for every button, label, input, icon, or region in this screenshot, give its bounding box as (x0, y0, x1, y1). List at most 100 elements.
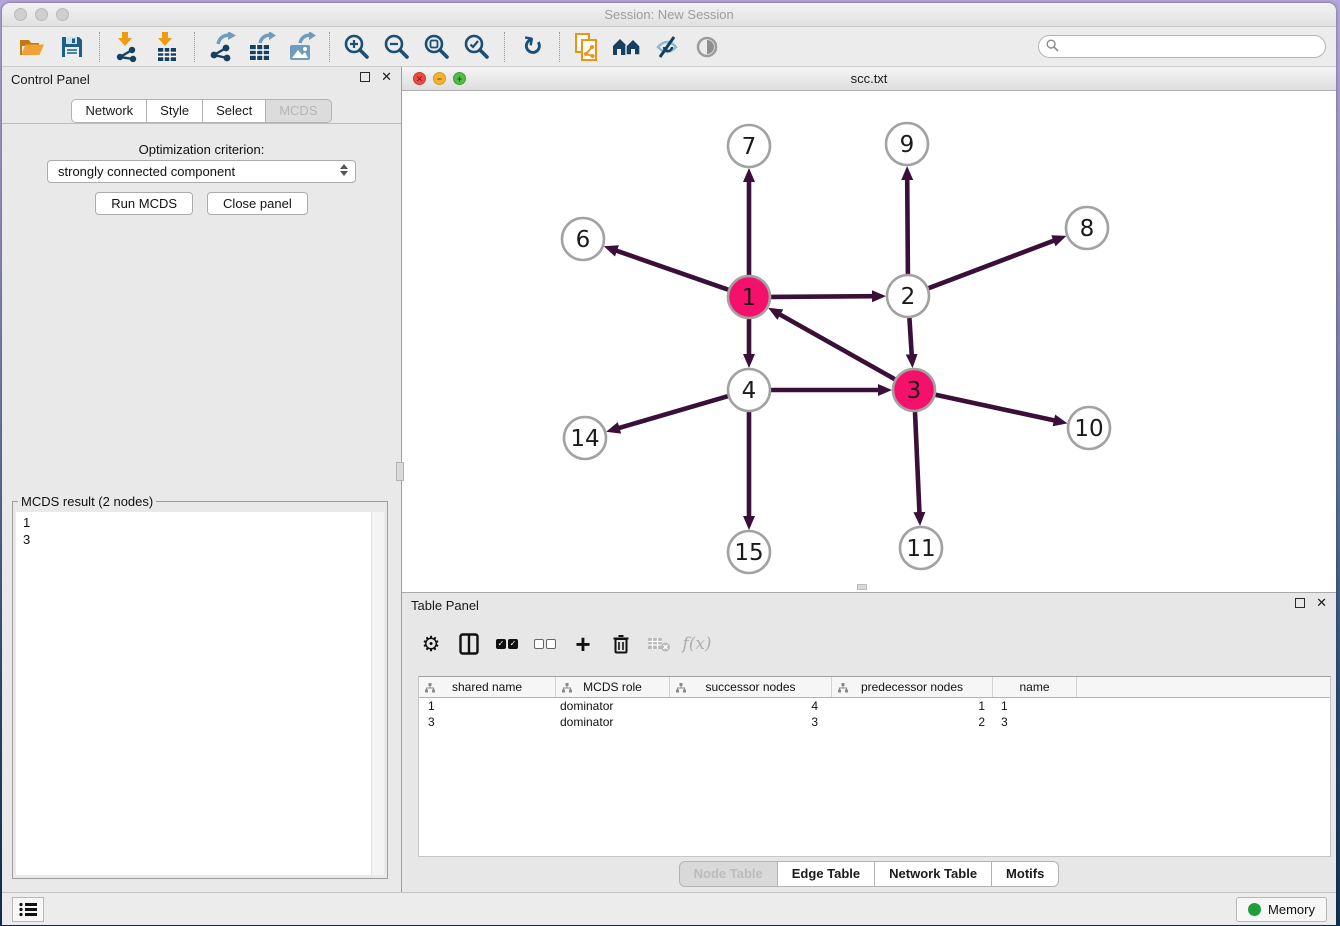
graph-node-2[interactable]: 2 (887, 275, 929, 317)
panel-splitter-handle[interactable] (396, 462, 404, 481)
close-table-panel-icon[interactable]: ✕ (1316, 598, 1327, 608)
cell-predecessor-nodes[interactable]: 2 (832, 714, 993, 730)
graph-node-9[interactable]: 9 (886, 123, 928, 165)
column-menu-icon[interactable] (562, 682, 572, 696)
zoom-fit-icon (424, 34, 450, 60)
zoom-in-button[interactable] (337, 30, 377, 64)
graph-node-8[interactable]: 8 (1066, 207, 1108, 249)
open-file-button[interactable] (12, 30, 52, 64)
graph-edge-2-3[interactable] (909, 318, 911, 356)
search-input[interactable] (1038, 35, 1326, 58)
graph-node-11[interactable]: 11 (900, 527, 942, 569)
deselect-all-columns-button[interactable] (526, 626, 564, 662)
tab-mcds[interactable]: MCDS (266, 99, 331, 123)
float-panel-icon[interactable] (360, 72, 370, 82)
tab-style[interactable]: Style (147, 99, 203, 123)
column-menu-icon[interactable] (676, 682, 686, 696)
graph-node-4[interactable]: 4 (728, 369, 770, 411)
graph-edge-4-14[interactable] (618, 396, 728, 428)
save-session-button[interactable] (52, 30, 92, 64)
table-settings-button[interactable]: ⚙ (412, 626, 450, 662)
graph-edge-3-11[interactable] (915, 412, 920, 514)
cell-shared-name[interactable]: 3 (419, 714, 556, 730)
graph-node-15[interactable]: 15 (728, 531, 770, 573)
split-columns-button[interactable] (450, 626, 488, 662)
delete-column-button[interactable] (602, 626, 640, 662)
close-panel-icon[interactable]: ✕ (381, 72, 392, 82)
cell-successor-nodes[interactable]: 3 (670, 714, 832, 730)
graph-edge-3-1[interactable] (779, 314, 895, 380)
network-maximize-button[interactable]: + (453, 72, 466, 85)
hide-details-button[interactable] (647, 30, 687, 64)
network-resize-handle[interactable] (857, 584, 867, 590)
show-details-button[interactable] (687, 30, 727, 64)
mcds-result-list[interactable]: 13 (16, 512, 384, 875)
network-window-title: scc.txt (402, 67, 1336, 90)
column-header-MCDS-role[interactable]: MCDS role (556, 677, 670, 697)
run-mcds-button[interactable]: Run MCDS (95, 192, 193, 215)
cell-name[interactable]: 3 (993, 714, 1077, 730)
column-header-name[interactable]: name (993, 677, 1077, 697)
zoom-selected-button[interactable] (457, 30, 497, 64)
graph-edge-2-8[interactable] (929, 240, 1056, 288)
task-history-button[interactable] (12, 897, 44, 922)
tab-edge-table[interactable]: Edge Table (778, 861, 875, 887)
network-close-button[interactable]: ✕ (413, 72, 426, 85)
float-table-panel-icon[interactable] (1295, 598, 1305, 608)
clone-network-button[interactable] (567, 30, 607, 64)
memory-button[interactable]: Memory (1236, 897, 1327, 922)
graph-node-10[interactable]: 10 (1068, 407, 1110, 449)
cell-MCDS-role[interactable]: dominator (556, 714, 670, 730)
graph-edge-1-2[interactable] (771, 296, 874, 297)
result-scrollbar[interactable] (371, 512, 384, 875)
graph-edge-1-6[interactable] (615, 250, 728, 290)
import-network-button[interactable] (107, 30, 147, 64)
import-table-button[interactable] (147, 30, 187, 64)
tab-network[interactable]: Network (71, 99, 147, 123)
home-view-button[interactable] (607, 30, 647, 64)
network-minimize-button[interactable]: − (433, 72, 446, 85)
cell-successor-nodes[interactable]: 4 (670, 698, 832, 714)
tab-network-table[interactable]: Network Table (875, 861, 992, 887)
export-table-button[interactable] (242, 30, 282, 64)
column-menu-icon[interactable] (838, 682, 848, 696)
tab-select[interactable]: Select (203, 99, 266, 123)
close-panel-button[interactable]: Close panel (207, 192, 308, 215)
graph-node-6[interactable]: 6 (562, 218, 604, 260)
column-header-successor-nodes[interactable]: successor nodes (670, 677, 832, 697)
network-graph[interactable]: 1 2 3 4 6 7 8 9 10 11 14 15 (402, 91, 1334, 592)
graph-edge-2-9[interactable] (907, 178, 908, 274)
delete-table-button[interactable] (640, 626, 678, 662)
import-table-icon (155, 32, 179, 62)
add-column-button[interactable]: + (564, 626, 602, 662)
zoom-fit-button[interactable] (417, 30, 457, 64)
select-all-columns-button[interactable]: ✓✓ (488, 626, 526, 662)
export-network-button[interactable] (202, 30, 242, 64)
graph-node-1[interactable]: 1 (728, 276, 770, 318)
graph-edge-3-10[interactable] (936, 395, 1056, 421)
cell-shared-name[interactable]: 1 (419, 698, 556, 714)
maximize-window-button[interactable] (56, 8, 69, 21)
cell-name[interactable]: 1 (993, 698, 1077, 714)
tab-node-table[interactable]: Node Table (679, 861, 778, 887)
table-row[interactable]: 3dominator323 (419, 714, 1330, 730)
graph-node-3[interactable]: 3 (893, 369, 935, 411)
column-header-shared-name[interactable]: shared name (419, 677, 556, 697)
graph-node-14[interactable]: 14 (564, 417, 606, 459)
zoom-out-button[interactable] (377, 30, 417, 64)
toolbar-separator (329, 32, 330, 62)
table-row[interactable]: 1dominator411 (419, 698, 1330, 714)
function-builder-button[interactable]: f(x) (678, 626, 716, 662)
column-menu-icon[interactable] (425, 682, 435, 696)
cell-MCDS-role[interactable]: dominator (556, 698, 670, 714)
minimize-window-button[interactable] (35, 8, 48, 21)
close-window-button[interactable] (14, 8, 27, 21)
tab-motifs[interactable]: Motifs (992, 861, 1059, 887)
column-header-predecessor-nodes[interactable]: predecessor nodes (832, 677, 993, 697)
graph-node-7[interactable]: 7 (728, 125, 770, 167)
refresh-layout-button[interactable]: ↻ (512, 30, 552, 64)
network-canvas[interactable]: 1 2 3 4 6 7 8 9 10 11 14 15 (402, 91, 1336, 592)
export-image-button[interactable] (282, 30, 322, 64)
criterion-select[interactable]: strongly connected component (47, 160, 356, 183)
cell-predecessor-nodes[interactable]: 1 (832, 698, 993, 714)
